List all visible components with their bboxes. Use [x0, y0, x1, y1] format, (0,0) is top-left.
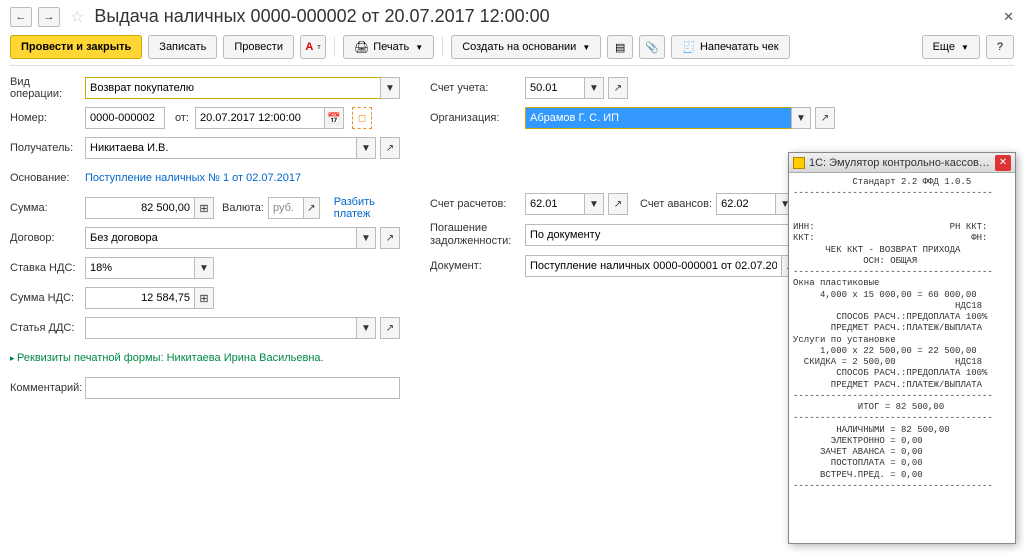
sum-input[interactable] — [85, 197, 195, 219]
separator — [334, 37, 335, 57]
open-button[interactable]: ↗ — [608, 193, 628, 215]
operation-type-input[interactable] — [85, 77, 381, 99]
paperclip-icon: 📎 — [645, 41, 659, 54]
chevron-down-icon: ▼ — [961, 43, 969, 52]
receipt-icon: 🧾 — [682, 41, 696, 54]
contract-label: Договор: — [10, 232, 85, 244]
debt-repay-label: Погашение задолженности: — [430, 222, 525, 248]
settlement-acc-input[interactable] — [525, 193, 585, 215]
vat-sum-input[interactable] — [85, 287, 195, 309]
dt-kt-icon: А — [305, 41, 313, 53]
app-icon — [793, 157, 805, 169]
help-button[interactable]: ? — [986, 35, 1014, 59]
dropdown-button[interactable]: ▼ — [356, 317, 376, 339]
receipt-emulator-window: 1С: Эмулятор контрольно-кассовой техники… — [788, 152, 1016, 544]
print-check-button[interactable]: 🧾Напечатать чек — [671, 35, 789, 59]
comment-input[interactable] — [85, 377, 400, 399]
currency-input — [268, 197, 304, 219]
receipt-close-button[interactable]: ✕ — [995, 155, 1011, 171]
dropdown-button[interactable]: ▼ — [380, 77, 400, 99]
list-icon: ▤ — [615, 41, 625, 54]
forward-button[interactable]: → — [38, 7, 60, 27]
account-label: Счет учета: — [430, 82, 525, 94]
calculator-button[interactable]: ⊞ — [194, 197, 214, 219]
favorite-icon[interactable]: ☆ — [70, 7, 84, 27]
calendar-button[interactable]: 📅 — [324, 107, 344, 129]
chevron-down-icon: ▼ — [582, 43, 590, 52]
print-requisites-link[interactable]: Реквизиты печатной формы: Никитаева Ирин… — [10, 352, 324, 364]
dt-kt-button[interactable]: Ат — [300, 35, 326, 59]
calendar-icon: 📅 — [327, 112, 341, 125]
currency-label: Валюта: — [222, 202, 264, 214]
basis-link[interactable]: Поступление наличных № 1 от 02.07.2017 — [85, 172, 301, 184]
recipient-label: Получатель: — [10, 142, 85, 154]
back-button[interactable]: ← — [10, 7, 32, 27]
close-button[interactable]: ✕ — [1003, 9, 1014, 25]
arrow-right-icon: → — [44, 11, 55, 23]
org-label: Организация: — [430, 112, 525, 124]
arrow-left-icon: ← — [16, 11, 27, 23]
org-input[interactable] — [525, 107, 792, 129]
receipt-window-title: 1С: Эмулятор контрольно-кассовой техники… — [809, 157, 995, 169]
split-payment-link[interactable]: Разбить платеж — [334, 196, 400, 220]
settlement-acc-label: Счет расчетов: — [430, 198, 525, 210]
vat-sum-label: Сумма НДС: — [10, 292, 85, 304]
create-based-on-button[interactable]: Создать на основании▼ — [451, 35, 601, 59]
account-input[interactable] — [525, 77, 585, 99]
advance-acc-input[interactable] — [716, 193, 776, 215]
chevron-down-icon: ▼ — [415, 43, 423, 52]
operation-type-label: Вид операции: — [10, 76, 85, 100]
dds-label: Статья ДДС: — [10, 322, 85, 334]
dropdown-button[interactable]: ▼ — [356, 227, 376, 249]
more-button[interactable]: Еще▼ — [922, 35, 980, 59]
calculator-button[interactable]: ⊞ — [194, 287, 214, 309]
vat-rate-label: Ставка НДС: — [10, 262, 85, 274]
number-input[interactable] — [85, 107, 165, 129]
comment-label: Комментарий: — [10, 382, 85, 394]
debt-repay-input[interactable] — [525, 224, 806, 246]
save-button[interactable]: Записать — [148, 35, 217, 59]
date-status-icon[interactable]: ◻ — [352, 107, 372, 129]
date-input[interactable] — [195, 107, 325, 129]
dropdown-button[interactable]: ▼ — [584, 77, 604, 99]
dropdown-button[interactable]: ▼ — [791, 107, 811, 129]
contract-input[interactable] — [85, 227, 357, 249]
open-button[interactable]: ↗ — [380, 317, 400, 339]
recipient-input[interactable] — [85, 137, 357, 159]
dropdown-button[interactable]: ▼ — [584, 193, 604, 215]
print-button[interactable]: Печать▼ — [343, 35, 434, 59]
dropdown-button[interactable]: ▼ — [194, 257, 214, 279]
dropdown-button[interactable]: ▼ — [356, 137, 376, 159]
basis-label: Основание: — [10, 172, 85, 184]
open-button[interactable]: ↗ — [815, 107, 835, 129]
related-docs-button[interactable]: ▤ — [607, 35, 633, 59]
separator — [442, 37, 443, 57]
vat-rate-input[interactable] — [85, 257, 195, 279]
number-label: Номер: — [10, 112, 85, 124]
date-from-label: от: — [175, 112, 189, 124]
calculator-icon: ⊞ — [199, 292, 208, 305]
open-button[interactable]: ↗ — [303, 197, 320, 219]
open-button[interactable]: ↗ — [380, 227, 400, 249]
post-button[interactable]: Провести — [223, 35, 294, 59]
calculator-icon: ⊞ — [199, 202, 208, 215]
document-label: Документ: — [430, 260, 525, 272]
dds-input[interactable] — [85, 317, 357, 339]
open-button[interactable]: ↗ — [608, 77, 628, 99]
open-button[interactable]: ↗ — [380, 137, 400, 159]
receipt-body: Стандарт 2.2 ФФД 1.0.5 -----------------… — [789, 173, 1015, 496]
page-title: Выдача наличных 0000-000002 от 20.07.201… — [94, 6, 549, 27]
attachment-button[interactable]: 📎 — [639, 35, 665, 59]
document-input[interactable] — [525, 255, 782, 277]
printer-icon — [354, 40, 369, 54]
post-and-close-button[interactable]: Провести и закрыть — [10, 35, 142, 59]
advance-acc-label: Счет авансов: — [640, 198, 712, 210]
sum-label: Сумма: — [10, 202, 85, 214]
